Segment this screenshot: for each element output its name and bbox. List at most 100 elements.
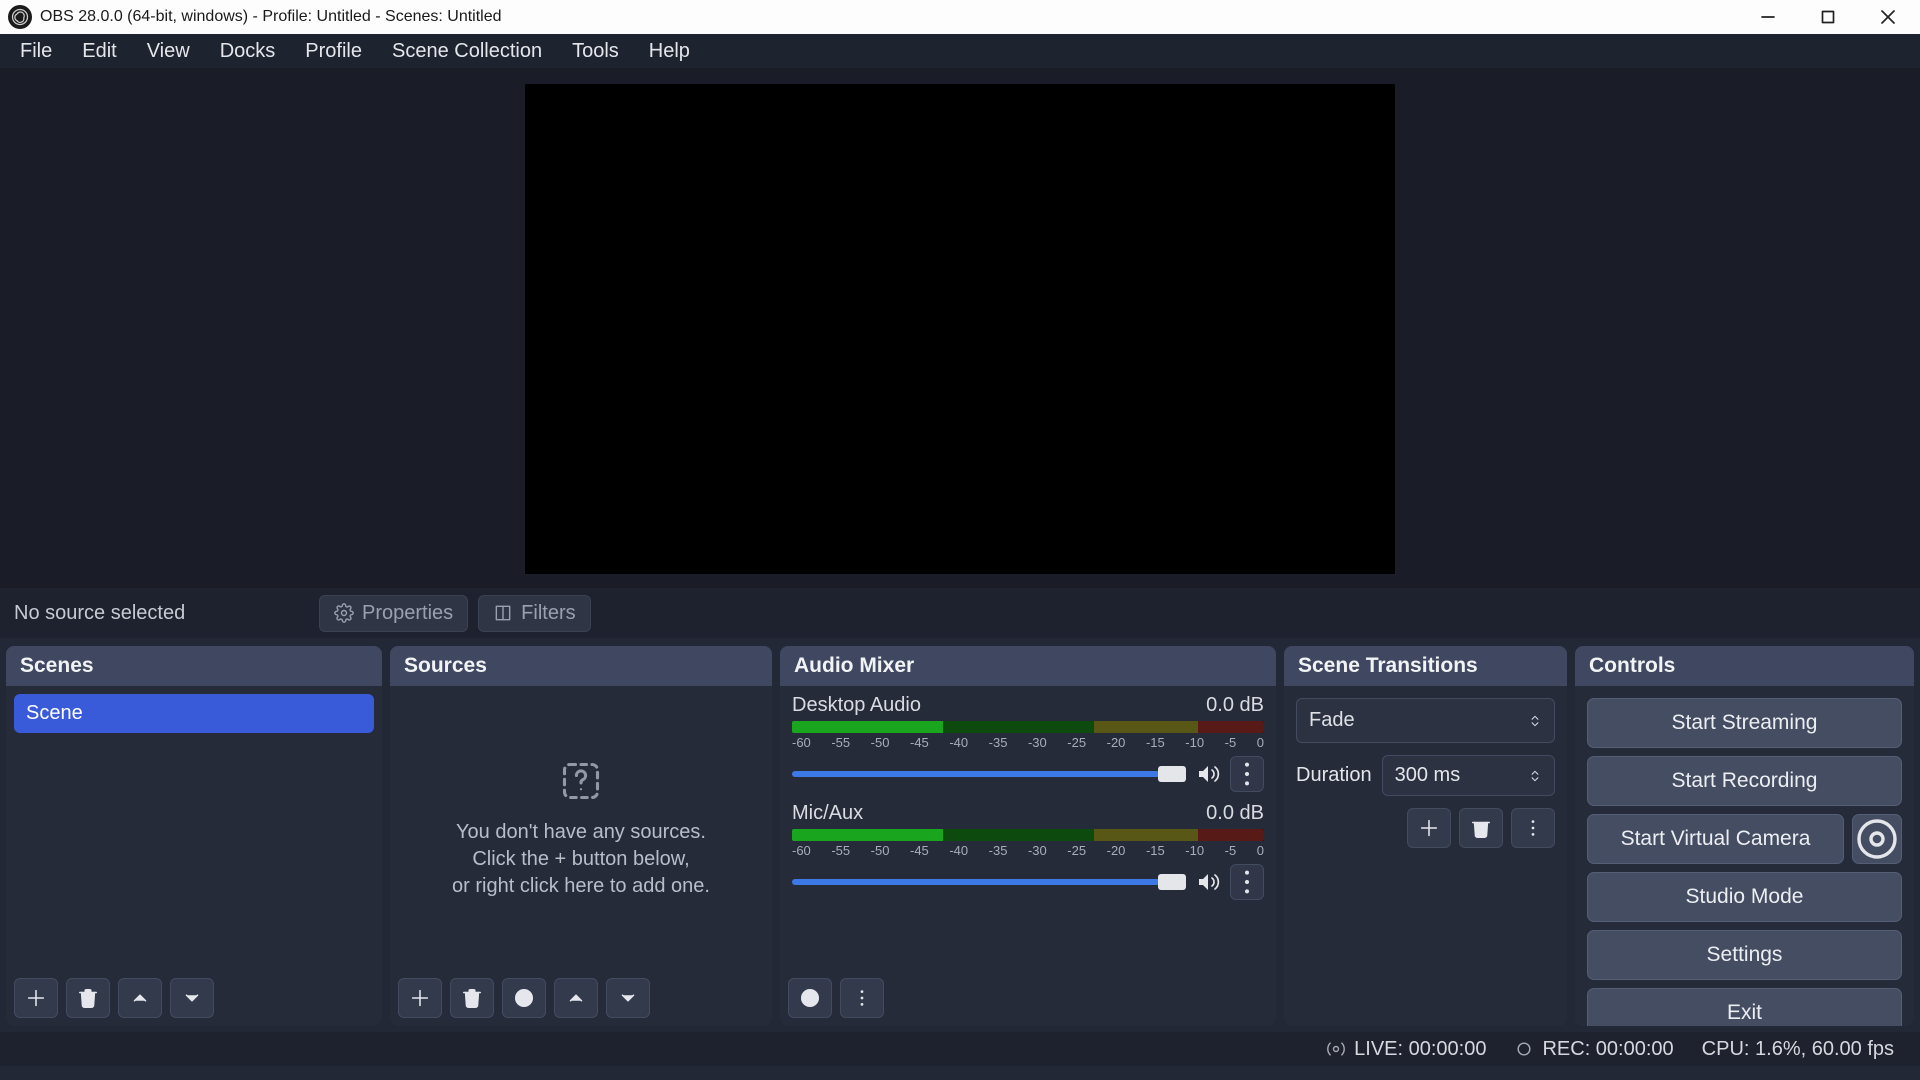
preview-area xyxy=(0,68,1920,588)
vu-meter xyxy=(792,829,1264,841)
plus-icon xyxy=(409,987,431,1009)
filters-icon xyxy=(493,603,513,623)
properties-button[interactable]: Properties xyxy=(319,595,468,632)
cpu-status: CPU: 1.6%, 60.00 fps xyxy=(1702,1038,1894,1061)
meter-scale: -60-55-50-45-40-35-30-25-20-15-10-50 xyxy=(792,843,1264,858)
scenes-title: Scenes xyxy=(6,646,382,686)
menu-bar: File Edit View Docks Profile Scene Colle… xyxy=(0,34,1920,68)
studio-mode-button[interactable]: Studio Mode xyxy=(1587,872,1902,922)
virtual-camera-settings-button[interactable] xyxy=(1852,814,1902,864)
updown-icon xyxy=(1528,711,1542,731)
mixer-channel-desktop-audio: Desktop Audio 0.0 dB -60-55-50-45-40-35-3… xyxy=(792,694,1264,792)
channel-menu-button[interactable] xyxy=(1230,864,1264,900)
obs-logo-icon xyxy=(8,5,32,29)
record-icon xyxy=(1514,1039,1534,1059)
start-streaming-button[interactable]: Start Streaming xyxy=(1587,698,1902,748)
menu-docks[interactable]: Docks xyxy=(206,36,290,67)
duration-label: Duration xyxy=(1296,764,1372,787)
menu-scene-collection[interactable]: Scene Collection xyxy=(378,36,556,67)
trash-icon xyxy=(1470,817,1492,839)
channel-menu-button[interactable] xyxy=(1230,756,1264,792)
docks-row: Scenes Scene Sources You don't have any … xyxy=(0,638,1920,1032)
broadcast-icon xyxy=(1326,1039,1346,1059)
chevron-up-icon xyxy=(565,987,587,1009)
scene-list[interactable]: Scene xyxy=(6,686,382,970)
gear-icon xyxy=(513,987,535,1009)
source-selection-label: No source selected xyxy=(14,602,309,625)
scene-move-down-button[interactable] xyxy=(170,978,214,1018)
source-toolbar: No source selected Properties Filters xyxy=(0,588,1920,638)
filters-button[interactable]: Filters xyxy=(478,595,590,632)
source-move-down-button[interactable] xyxy=(606,978,650,1018)
menu-edit[interactable]: Edit xyxy=(68,36,130,67)
volume-slider[interactable] xyxy=(792,771,1186,777)
menu-file[interactable]: File xyxy=(6,36,66,67)
dots-vertical-icon xyxy=(851,987,873,1009)
window-title: OBS 28.0.0 (64-bit, windows) - Profile: … xyxy=(40,8,1738,26)
start-recording-button[interactable]: Start Recording xyxy=(1587,756,1902,806)
updown-icon xyxy=(1528,766,1542,786)
settings-button[interactable]: Settings xyxy=(1587,930,1902,980)
remove-source-button[interactable] xyxy=(450,978,494,1018)
transition-select[interactable]: Fade xyxy=(1296,698,1555,743)
mixer-title: Audio Mixer xyxy=(780,646,1276,686)
dots-vertical-icon xyxy=(1231,866,1263,898)
dots-vertical-icon xyxy=(1231,758,1263,790)
channel-name: Desktop Audio xyxy=(792,694,921,717)
channel-db: 0.0 dB xyxy=(1206,694,1264,717)
channel-db: 0.0 dB xyxy=(1206,802,1264,825)
start-virtual-camera-button[interactable]: Start Virtual Camera xyxy=(1587,814,1844,864)
menu-profile[interactable]: Profile xyxy=(291,36,376,67)
scene-move-up-button[interactable] xyxy=(118,978,162,1018)
add-source-button[interactable] xyxy=(398,978,442,1018)
sources-empty-state[interactable]: You don't have any sources. Click the + … xyxy=(390,686,772,970)
scenes-dock: Scenes Scene xyxy=(6,646,382,1026)
mixer-settings-button[interactable] xyxy=(788,978,832,1018)
chevron-down-icon xyxy=(181,987,203,1009)
source-properties-button[interactable] xyxy=(502,978,546,1018)
maximize-button[interactable] xyxy=(1798,0,1858,34)
rec-status: REC: 00:00:00 xyxy=(1542,1038,1673,1061)
sources-dock: Sources You don't have any sources. Clic… xyxy=(390,646,772,1026)
minimize-button[interactable] xyxy=(1738,0,1798,34)
remove-scene-button[interactable] xyxy=(66,978,110,1018)
menu-help[interactable]: Help xyxy=(635,36,704,67)
plus-icon xyxy=(25,987,47,1009)
controls-dock: Controls Start Streaming Start Recording… xyxy=(1575,646,1914,1026)
meter-scale: -60-55-50-45-40-35-30-25-20-15-10-50 xyxy=(792,735,1264,750)
transitions-dock: Scene Transitions Fade Duration 300 ms xyxy=(1284,646,1567,1026)
volume-slider[interactable] xyxy=(792,879,1186,885)
plus-icon xyxy=(1418,817,1440,839)
question-placeholder-icon xyxy=(559,759,603,803)
preview-canvas[interactable] xyxy=(525,84,1395,574)
trash-icon xyxy=(461,987,483,1009)
speaker-icon[interactable] xyxy=(1196,870,1220,894)
duration-spinner[interactable]: 300 ms xyxy=(1382,755,1555,796)
status-bar: LIVE: 00:00:00 REC: 00:00:00 CPU: 1.6%, … xyxy=(0,1032,1920,1066)
controls-title: Controls xyxy=(1575,646,1914,686)
transitions-title: Scene Transitions xyxy=(1284,646,1567,686)
menu-tools[interactable]: Tools xyxy=(558,36,633,67)
add-scene-button[interactable] xyxy=(14,978,58,1018)
gear-icon xyxy=(334,603,354,623)
gear-icon xyxy=(1853,815,1901,863)
remove-transition-button[interactable] xyxy=(1459,808,1503,848)
mixer-menu-button[interactable] xyxy=(840,978,884,1018)
speaker-icon[interactable] xyxy=(1196,762,1220,786)
title-bar: OBS 28.0.0 (64-bit, windows) - Profile: … xyxy=(0,0,1920,34)
exit-button[interactable]: Exit xyxy=(1587,988,1902,1026)
add-transition-button[interactable] xyxy=(1407,808,1451,848)
trash-icon xyxy=(77,987,99,1009)
mixer-channel-mic-aux: Mic/Aux0.0 dB -60-55-50-45-40-35-30-25-2… xyxy=(792,802,1264,900)
transition-menu-button[interactable] xyxy=(1511,808,1555,848)
chevron-up-icon xyxy=(129,987,151,1009)
vu-meter xyxy=(792,721,1264,733)
gear-icon xyxy=(799,987,821,1009)
chevron-down-icon xyxy=(617,987,639,1009)
scene-item[interactable]: Scene xyxy=(14,694,374,733)
dots-vertical-icon xyxy=(1522,817,1544,839)
source-move-up-button[interactable] xyxy=(554,978,598,1018)
close-button[interactable] xyxy=(1858,0,1918,34)
audio-mixer-dock: Audio Mixer Desktop Audio 0.0 dB -60-55-5… xyxy=(780,646,1276,1026)
menu-view[interactable]: View xyxy=(133,36,204,67)
